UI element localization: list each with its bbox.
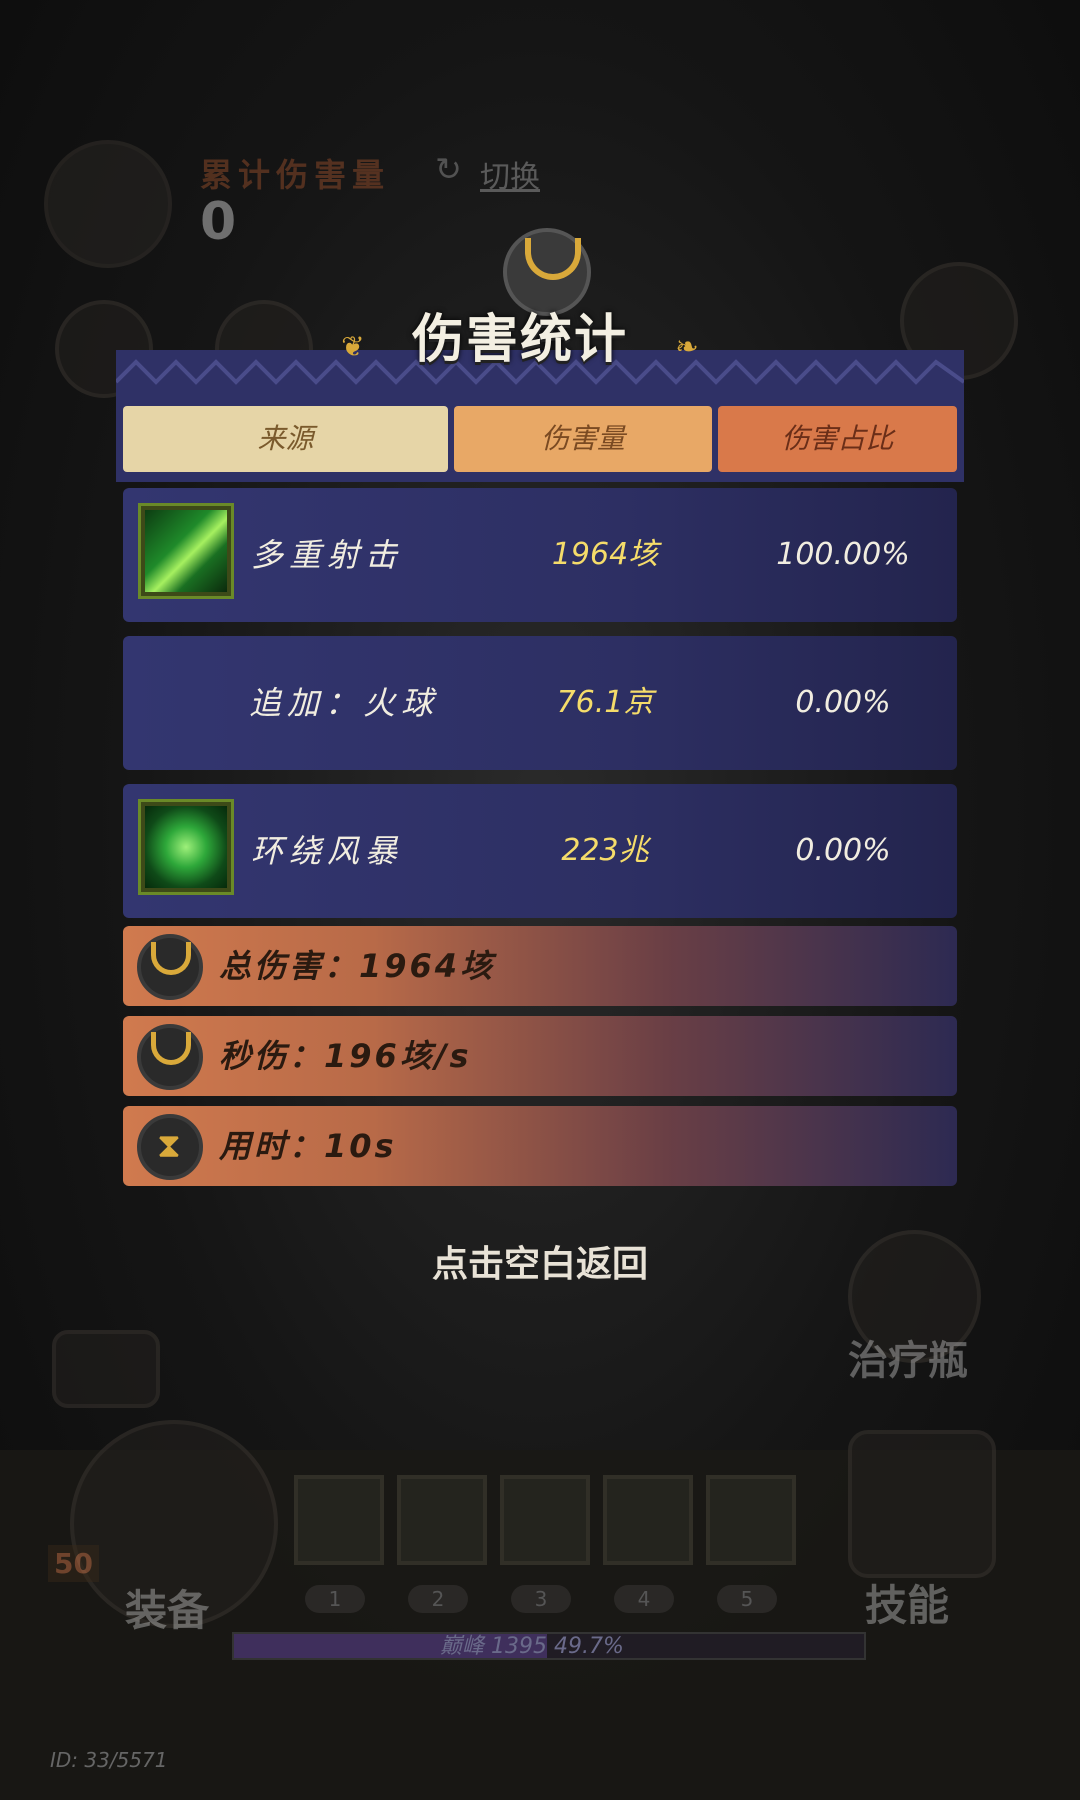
laurel-right-icon: ❧	[675, 330, 699, 363]
row-damage: 223兆	[561, 833, 649, 868]
row-name: 环绕风暴	[251, 832, 404, 870]
row-name: 多重射击	[251, 536, 404, 574]
slot-number: 2	[408, 1585, 468, 1613]
total-damage-row: 总伤害：1964垓	[123, 926, 957, 1006]
skill-slot-3	[500, 1475, 590, 1565]
dps-text: 秒伤：196垓/s	[219, 1037, 472, 1075]
time-text: 用时：10s	[219, 1127, 397, 1165]
tab-damage[interactable]: 伤害量	[454, 406, 712, 472]
skill-slot-5	[706, 1475, 796, 1565]
progress-text: 巅峰 1395 49.7%	[440, 1634, 624, 1659]
time-row: ⧗ 用时：10s	[123, 1106, 957, 1186]
dps-row: 秒伤：196垓/s	[123, 1016, 957, 1096]
skill-slot-4	[603, 1475, 693, 1565]
potion-label: 治疗瓶	[848, 1338, 968, 1384]
tap-to-return[interactable]: 点击空白返回	[0, 1235, 1080, 1287]
skill-slot-2	[397, 1475, 487, 1565]
modal-header: ❦ 伤害统计 ❧	[340, 300, 700, 380]
modal-title: 伤害统计	[411, 310, 628, 370]
chat-icon	[52, 1330, 160, 1408]
row-ratio: 0.00%	[795, 685, 891, 720]
row-damage: 76.1京	[556, 685, 654, 720]
damage-hud: 累计伤害量 0 ↻ 切换	[40, 130, 560, 268]
row-ratio: 100.00%	[776, 537, 910, 572]
whirlwind-icon	[138, 799, 234, 895]
multi-shot-icon	[138, 503, 234, 599]
damage-row: 多重射击 1964垓 100.00%	[123, 488, 957, 622]
tab-ratio[interactable]: 伤害占比	[718, 406, 957, 472]
emblem-icon	[137, 934, 203, 1000]
row-ratio: 0.00%	[795, 833, 891, 868]
total-damage-text: 总伤害：1964垓	[219, 947, 496, 985]
tab-source[interactable]: 来源	[123, 406, 448, 472]
damage-row: 追加：火球 76.1京 0.00%	[123, 636, 957, 770]
slot-number: 3	[511, 1585, 571, 1613]
laurel-left-icon: ❦	[341, 330, 365, 363]
equip-label: 装备	[125, 1586, 210, 1635]
skill-book-icon	[848, 1430, 996, 1578]
hud-emblem	[44, 140, 172, 268]
skill-label: 技能	[865, 1581, 950, 1630]
hud-title: 累计伤害量	[200, 156, 391, 194]
row-name: 追加：火球	[249, 684, 440, 722]
slot-number: 4	[614, 1585, 674, 1613]
hourglass-icon: ⧗	[137, 1114, 203, 1180]
level-badge: 50	[48, 1545, 99, 1582]
hud-value: 0	[200, 192, 237, 252]
switch-button[interactable]: 切换	[480, 152, 540, 196]
damage-row: 环绕风暴 223兆 0.00%	[123, 784, 957, 918]
slot-number: 5	[717, 1585, 777, 1613]
slot-number: 1	[305, 1585, 365, 1613]
row-damage: 1964垓	[551, 537, 659, 572]
player-id: ID: 33/5571	[50, 1748, 168, 1772]
emblem-icon	[137, 1024, 203, 1090]
refresh-icon: ↻	[435, 150, 462, 188]
skill-slot-1	[294, 1475, 384, 1565]
